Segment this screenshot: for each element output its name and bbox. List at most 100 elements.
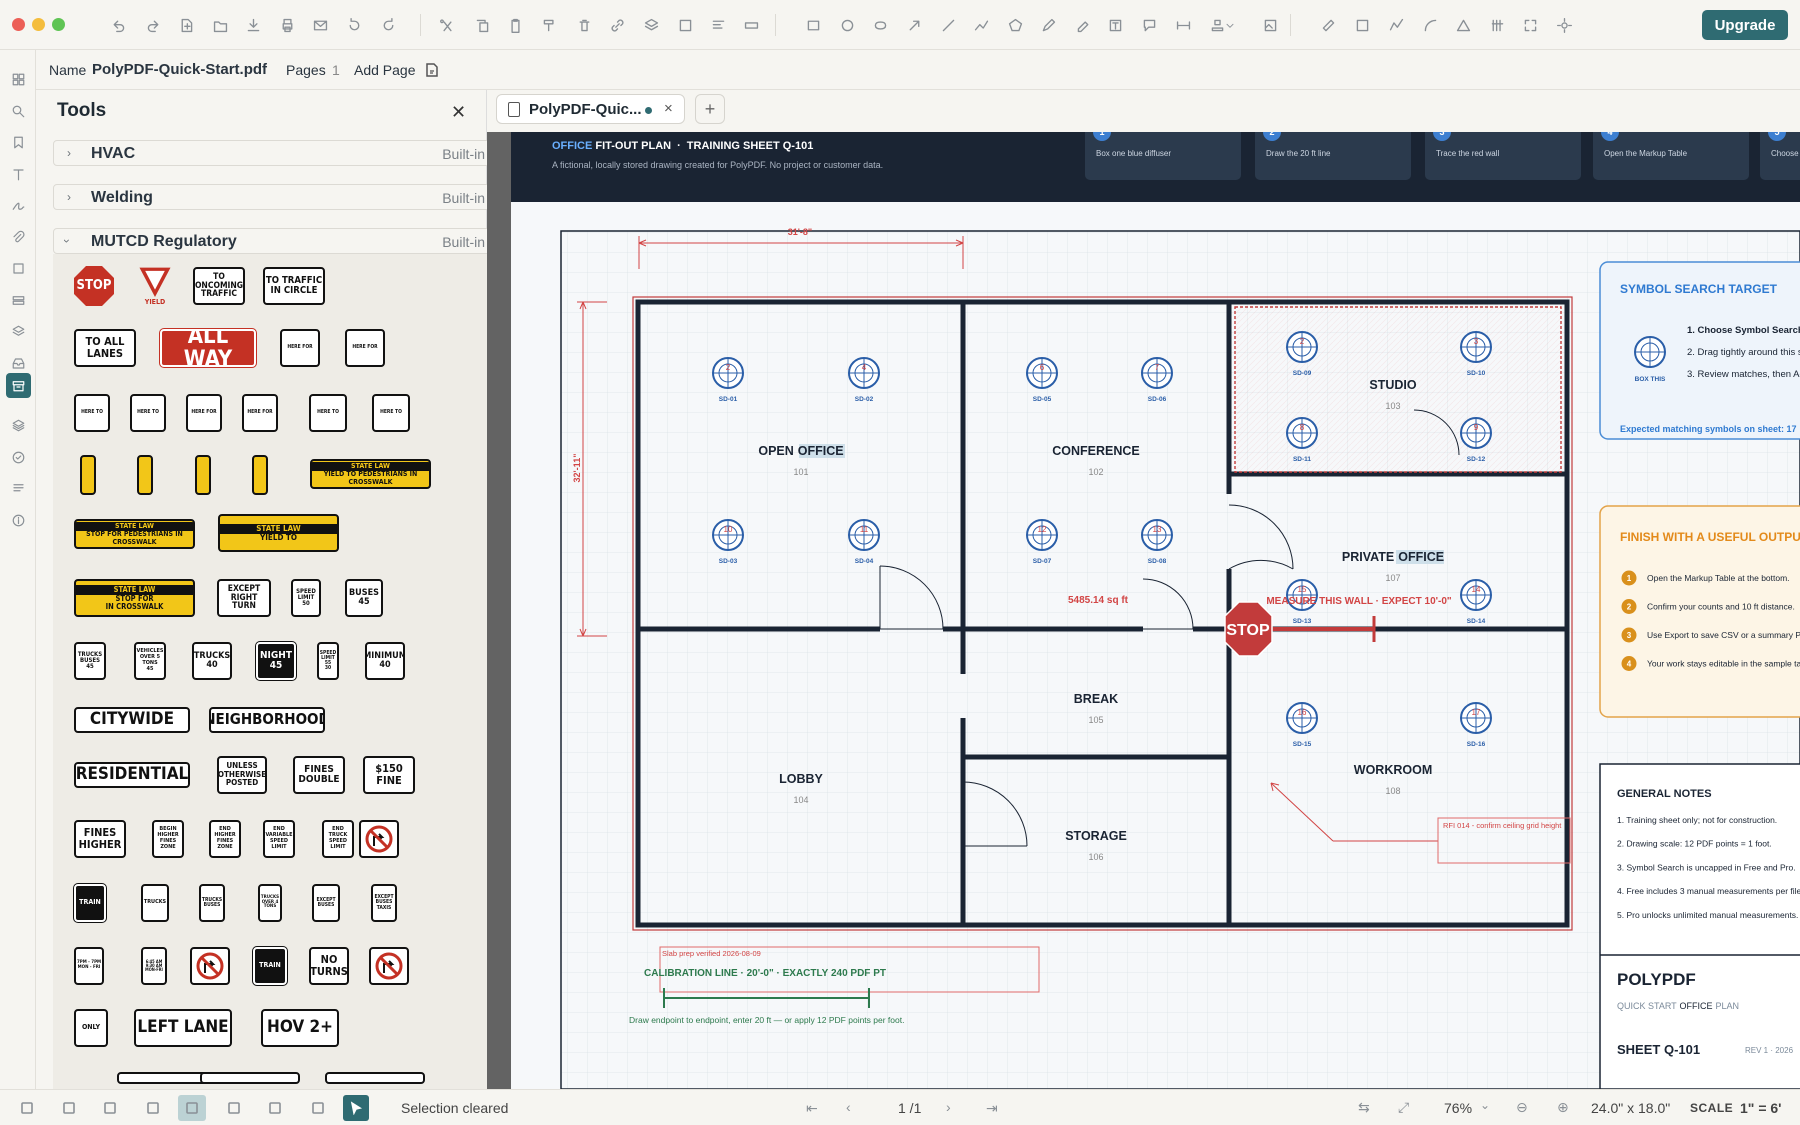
check-circle-icon[interactable] (8, 447, 28, 467)
sign-unless-otherwise-posted[interactable]: UNLESS OTHERWISE POSTED (217, 756, 267, 794)
sign-begin-higher-fines[interactable]: BEGIN HIGHER FINES ZONE (152, 820, 184, 858)
path-icon[interactable] (1386, 15, 1406, 35)
file-name[interactable]: PolyPDF-Quick-Start.pdf (92, 61, 267, 78)
sign-left-lane[interactable]: LEFT LANE (134, 1009, 232, 1047)
sign-to-oncoming-traffic[interactable]: TO ONCOMING TRAFFIC (193, 267, 245, 305)
image-icon[interactable] (1260, 15, 1280, 35)
sign-ped-stop[interactable] (252, 455, 268, 495)
sign-no-right-turn-train[interactable]: TRAIN (74, 884, 106, 922)
undo-icon[interactable] (108, 15, 128, 35)
sign-buses-45[interactable]: BUSES 45 (345, 579, 383, 617)
ruler-icon[interactable] (1318, 15, 1338, 35)
field-icon[interactable] (741, 15, 761, 35)
highlighter-icon[interactable] (1073, 15, 1093, 35)
sign-yield-to-pedestrians[interactable]: STATE LAW YIELD TO PEDESTRIANS IN CROSSWA… (310, 459, 431, 489)
sign-here-for[interactable]: HERE FOR (186, 394, 222, 432)
tab-document[interactable]: PolyPDF-Quic... × (496, 94, 685, 124)
zoom-level[interactable]: 76% (1444, 1100, 1472, 1116)
sidebar-left-icon[interactable] (59, 1098, 79, 1118)
sign-no-turn-train[interactable]: TRAIN (253, 947, 287, 985)
area-icon[interactable] (1352, 15, 1372, 35)
sign-stop[interactable]: STOP (74, 266, 114, 306)
next-page-button[interactable]: › (946, 1099, 951, 1115)
select-box-icon[interactable] (675, 15, 695, 35)
close-tab-icon[interactable]: × (664, 100, 673, 117)
pencil-icon[interactable] (1038, 15, 1058, 35)
tools-panel-icon[interactable] (6, 373, 31, 398)
chevron-down-icon[interactable]: ⌄ (1480, 1098, 1490, 1112)
sign-citywide[interactable]: CITYWIDE (74, 707, 190, 733)
align-icon[interactable] (708, 15, 728, 35)
sign-no-right-turn-except-taxis[interactable]: EXCEPT BUSES TAXIS (371, 884, 397, 922)
cut-icon[interactable] (437, 15, 457, 35)
sign-no-right-turn-am[interactable]: 6:45 AM 9:30 AM MON-FRI (141, 947, 167, 985)
arrow-icon[interactable] (904, 15, 924, 35)
sign-to-traffic-in-circle[interactable]: TO TRAFFIC IN CIRCLE (263, 267, 325, 305)
close-icon[interactable]: ✕ (451, 102, 466, 123)
copy-view-icon[interactable] (178, 1095, 206, 1121)
download-icon[interactable] (243, 15, 263, 35)
bookmark-icon[interactable] (8, 132, 28, 152)
sign-fines-double[interactable]: FINES DOUBLE (293, 756, 345, 794)
sign-ped-stop[interactable] (195, 455, 211, 495)
close-window-button[interactable] (12, 18, 25, 31)
sign-no-turns[interactable]: NO TURNS (309, 947, 349, 985)
page-settings-icon[interactable] (426, 63, 438, 77)
triangle-icon[interactable] (1453, 15, 1473, 35)
sign-here-for[interactable]: HERE FOR (345, 329, 385, 367)
paste-icon[interactable] (505, 15, 525, 35)
layers-icon[interactable] (8, 321, 28, 341)
sign-no-right-turn-except-buses[interactable]: EXCEPT BUSES (312, 884, 340, 922)
sign-partial[interactable] (200, 1072, 300, 1084)
cloud-icon[interactable] (870, 15, 890, 35)
stop-sign-stamp[interactable]: STOP (1224, 601, 1273, 657)
sign-partial[interactable] (325, 1072, 425, 1084)
area-measurement[interactable]: 5485.14 sq ft (1068, 595, 1129, 606)
new-file-icon[interactable] (176, 15, 196, 35)
line-icon[interactable] (938, 15, 958, 35)
layers-icon[interactable] (641, 15, 661, 35)
page-icon[interactable] (143, 1098, 163, 1118)
form-icon[interactable] (8, 290, 28, 310)
page-readout[interactable]: 1 /1 (898, 1100, 921, 1116)
measure-icon[interactable] (1173, 15, 1193, 35)
drawing-sheet[interactable]: OFFICE FIT-OUT PLAN · TRAINING SHEET Q-101 … (487, 132, 1800, 1089)
text-cursor-icon[interactable] (308, 1098, 328, 1118)
signature-icon[interactable] (8, 195, 28, 215)
inbox-icon[interactable] (8, 353, 28, 373)
revert-icon[interactable] (344, 15, 364, 35)
sign-trucks-40[interactable]: TRUCKS 40 (192, 642, 232, 680)
sign-hov-2[interactable]: HOV 2+ (261, 1009, 339, 1047)
rotate-icon[interactable]: ⇆ (1358, 1099, 1370, 1116)
sign-trucks-buses-45[interactable]: TRUCKS BUSES 45 (74, 642, 106, 680)
sign-ped-yield[interactable] (137, 455, 153, 495)
fit-icon[interactable]: ⤢ (1398, 1099, 1409, 1116)
bottom-panel-icon[interactable] (100, 1098, 120, 1118)
settings-icon[interactable] (1554, 15, 1574, 35)
sign-residential[interactable]: RESIDENTIAL (74, 762, 190, 788)
first-page-button[interactable]: ⇤ (806, 1100, 818, 1117)
sign-end-truck-speed-limit[interactable]: END TRUCK SPEED LIMIT (322, 820, 354, 858)
sign-fines-higher[interactable]: FINES HIGHER (74, 820, 126, 858)
grid-icon[interactable] (8, 69, 28, 89)
grid-view-icon[interactable] (17, 1098, 37, 1118)
upgrade-button[interactable]: Upgrade (1702, 10, 1788, 40)
sign-vehicles-over-5-tons[interactable]: VEHICLES OVER 5 TONS 45 (134, 642, 166, 680)
sign-here-for[interactable]: HERE FOR (280, 329, 320, 367)
sign-here-to[interactable]: HERE TO (372, 394, 410, 432)
callout-icon[interactable] (1139, 15, 1159, 35)
sign-except-right-turn[interactable]: EXCEPT RIGHT TURN (217, 579, 271, 617)
trash-icon[interactable] (574, 15, 594, 35)
sign-here-for[interactable]: HERE FOR (242, 394, 278, 432)
sign-speed-limit-50[interactable]: SPEED LIMIT 50 (291, 579, 321, 617)
new-tab-button[interactable]: + (695, 94, 725, 124)
open-folder-icon[interactable] (210, 15, 230, 35)
sign-no-right-turn-trucks-over[interactable]: TRUCKS OVER 4 TONS (258, 884, 282, 922)
sign-to-all-lanes[interactable]: TO ALL LANES (74, 329, 136, 367)
sign-here-to[interactable]: HERE TO (130, 394, 166, 432)
inbox-view-icon[interactable] (265, 1098, 285, 1118)
prev-page-button[interactable]: ‹ (846, 1099, 851, 1115)
attachment-icon[interactable] (8, 227, 28, 247)
no-u-turn-icon[interactable] (369, 947, 409, 985)
minimize-window-button[interactable] (32, 18, 45, 31)
